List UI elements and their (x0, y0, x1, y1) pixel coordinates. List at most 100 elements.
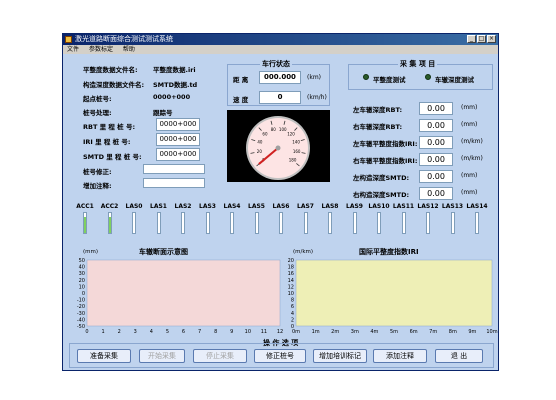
laser-name: LAS0 (125, 203, 143, 210)
laser-level-bar (132, 212, 136, 234)
laser-level-bar (377, 212, 381, 234)
laser-level-bar (279, 212, 283, 234)
chart-y-tick: 40 (79, 265, 85, 271)
measure-label: 左车辙深度RBT: (353, 106, 403, 114)
chart-y-tick: 2 (291, 317, 294, 323)
distance-unit: (km) (307, 74, 322, 81)
chart-y-tick: 10 (79, 284, 85, 290)
iri-file-value: 平整度数据.iri (153, 66, 196, 74)
smtd-stake-label: SMTD 里 程 桩 号: (83, 153, 142, 161)
smtd-stake-field[interactable]: 0000+000 (156, 148, 200, 161)
rbt-stake-field[interactable]: 0000+000 (156, 118, 200, 131)
menu-file[interactable]: 文件 (67, 46, 79, 53)
laser-name: ACC1 (76, 203, 94, 210)
distance-field: 000.000 (259, 71, 301, 84)
vehicle-status-title: 车行状态 (260, 59, 292, 69)
laser-level-bar (205, 212, 210, 234)
laser-name: LAS11 (392, 203, 415, 210)
chart-x-tick: 9m (468, 329, 476, 335)
laser-indicator: LAS10 (367, 203, 391, 234)
speedometer-gauge: 020406080100120140160180 (246, 116, 310, 180)
iri-test-radio[interactable] (363, 74, 369, 80)
laser-indicator: LAS3 (196, 203, 220, 234)
menu-help[interactable]: 帮助 (123, 46, 135, 53)
chart-x-tick: 0m (292, 329, 300, 335)
laser-name: LAS5 (248, 203, 265, 210)
measure-unit: (mm) (461, 121, 478, 128)
laser-level-fill (108, 217, 111, 233)
menu-bar: 文件 参数标定 帮助 (63, 45, 498, 54)
start-stake-value: 0000+000 (153, 93, 191, 101)
action-button[interactable]: 添加注释 (373, 349, 427, 363)
gauge-tick-label: 20 (257, 149, 263, 154)
laser-name: LAS14 (466, 203, 488, 210)
chart-x-tick: 10 (245, 329, 251, 335)
chart-y-tick: 20 (288, 258, 294, 264)
left-chart-unit: (mm) (83, 249, 99, 255)
laser-level-bar (254, 212, 259, 234)
laser-level-bar (303, 212, 308, 234)
gauge-tick-label: 180 (289, 158, 297, 163)
chart-x-tick: 1 (101, 329, 104, 335)
laser-level-bar (426, 212, 430, 234)
action-button[interactable]: 修正桩号 (254, 349, 306, 363)
chart-y-tick: 4 (291, 311, 294, 317)
action-button[interactable]: 增加培训标记 (313, 349, 367, 363)
chart-x-tick: 12 (277, 329, 283, 335)
laser-name: ACC2 (100, 203, 119, 210)
chart-x-tick: 11 (261, 329, 267, 335)
close-button[interactable]: × (487, 35, 496, 43)
gauge-tick-label: 80 (271, 127, 277, 132)
action-button[interactable]: 开始采集 (139, 349, 185, 363)
speed-field: 0 (259, 91, 301, 104)
window-title: 激光道路断面综合测试测试系统 (75, 35, 173, 43)
action-button[interactable]: 退 出 (435, 349, 483, 363)
laser-name: LAS13 (441, 203, 464, 210)
laser-name: LAS10 (368, 203, 390, 210)
laser-indicator: LAS11 (392, 203, 416, 234)
note-label: 增加注释: (83, 182, 112, 190)
action-button[interactable]: 准备采集 (77, 349, 131, 363)
chart-plot-area (295, 259, 493, 327)
measure-label: 右车辙平整度指数IRI: (353, 157, 418, 165)
laser-name: LAS12 (417, 203, 439, 210)
laser-level-bar (83, 212, 87, 234)
start-stake-label: 起点桩号: (83, 95, 112, 103)
laser-level-bar (450, 212, 455, 234)
stake-mode-label: 桩号处理: (83, 109, 112, 117)
stake-fix-input[interactable] (143, 164, 205, 174)
maximize-button[interactable]: □ (477, 35, 486, 43)
iri-stake-field[interactable]: 0000+000 (156, 133, 200, 146)
measure-value: 0.00 (419, 136, 453, 149)
note-input[interactable] (143, 178, 205, 188)
measure-value: 0.00 (419, 187, 453, 200)
laser-name: LAS2 (174, 203, 192, 210)
laser-indicator: LAS8 (318, 203, 342, 234)
chart-x-tick: 1m (312, 329, 320, 335)
action-button[interactable]: 停止采集 (193, 349, 247, 363)
measure-value: 0.00 (419, 153, 453, 166)
laser-level-bar (230, 212, 234, 234)
chart-x-tick: 6 (182, 329, 185, 335)
chart-x-tick: 6m (410, 329, 418, 335)
chart-x-tick: 7 (198, 329, 201, 335)
chart-y-tick: 18 (288, 265, 294, 271)
td-file-label: 构造深度数据文件名: (83, 81, 145, 89)
rut-test-radio[interactable] (425, 74, 431, 80)
laser-indicator: LAS1 (147, 203, 171, 234)
chart-x-tick: 2m (331, 329, 339, 335)
chart-x-tick: 4 (150, 329, 153, 335)
minimize-button[interactable]: _ (467, 35, 476, 43)
gauge-tick-label: 140 (292, 140, 300, 145)
gauge-tick-label: 60 (262, 132, 268, 137)
app-icon (65, 36, 72, 43)
right-chart-unit: (m/km) (293, 249, 314, 255)
menu-calibration[interactable]: 参数标定 (89, 46, 113, 53)
title-bar: 激光道路断面综合测试测试系统 _ □ × (63, 34, 498, 45)
laser-indicator: ACC1 (73, 203, 97, 234)
chart-y-tick: -40 (77, 317, 85, 323)
distance-label: 距 离 (233, 76, 249, 84)
iri-file-label: 平整度数据文件名: (83, 66, 138, 74)
chart-y-tick: 16 (288, 271, 294, 277)
laser-indicator: LAS5 (245, 203, 269, 234)
